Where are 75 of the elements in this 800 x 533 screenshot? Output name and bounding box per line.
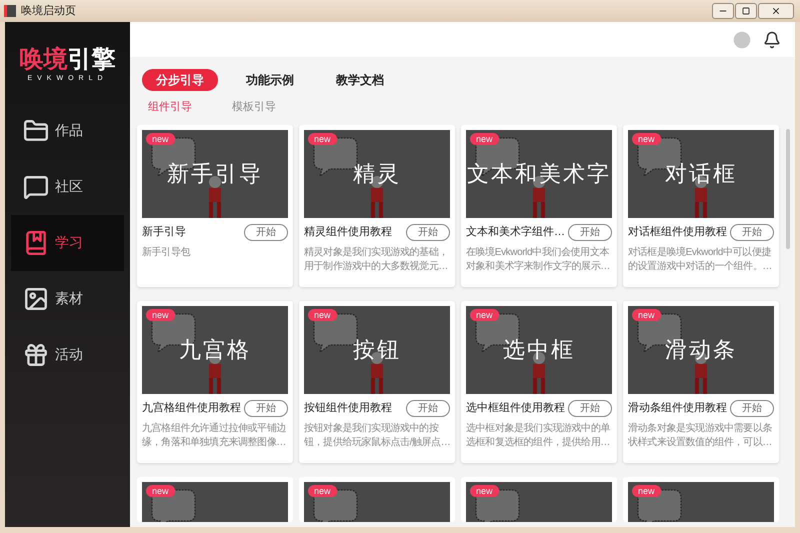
card-description: 选框和复选框的组件，提供给用… — [466, 436, 612, 450]
book-icon — [23, 230, 49, 256]
close-icon — [771, 6, 781, 16]
sidebar-item[interactable]: 学习 — [11, 214, 124, 270]
card-title: 新手引导 — [142, 224, 186, 240]
card-description: 新手引导包 — [142, 246, 192, 260]
card-description: 在唤境Evkworld中我们会使用文本 — [466, 246, 610, 260]
thumbnail-title: 滑动条 — [665, 336, 737, 364]
thumbnail-title: 选中框 — [503, 336, 575, 364]
app-icon — [4, 5, 16, 17]
maximize-button[interactable] — [735, 3, 757, 19]
tab[interactable]: 功能示例 — [232, 69, 308, 91]
thumbnail-title: 新手引导 — [167, 160, 263, 188]
card-title: 选中框组件使用教程 — [466, 400, 565, 416]
thumbnail-title: 对话框 — [665, 160, 737, 188]
card-description: 状样式来设置数值的组件，可以… — [628, 436, 774, 450]
card-title: 精灵组件使用教程 — [304, 224, 392, 240]
badge: new — [308, 132, 337, 144]
card-description: 九宫格组件允许通过拉伸或平铺边 — [142, 422, 288, 436]
logo-text: 唤境引擎 — [20, 46, 116, 74]
card-description: 对象和美术字来制作文字的展示… — [466, 260, 612, 274]
tab[interactable]: 教学文档 — [322, 69, 398, 91]
start-button[interactable]: 开始 — [568, 400, 612, 416]
card-title: 九宫格组件使用教程 — [142, 400, 241, 416]
sidebar-item[interactable]: 活动 — [11, 326, 124, 382]
card-description: 钮，提供给玩家鼠标点击/触屏点… — [304, 436, 450, 450]
badge: new — [632, 484, 661, 496]
card-description: 缘，角落和单独填充来调整图像… — [142, 436, 288, 450]
card-title: 对话框组件使用教程 — [628, 224, 727, 240]
thumbnail-title: 按钮 — [353, 336, 401, 364]
start-button[interactable]: 开始 — [568, 224, 612, 240]
card-description: 对话框是唤境Evkworld中可以便捷 — [628, 246, 772, 260]
card-title: 按钮组件使用教程 — [304, 400, 392, 416]
picture-icon — [23, 286, 49, 312]
badge: new — [470, 308, 499, 320]
card-description: 的设置游戏中对话的一个组件。… — [628, 260, 774, 274]
bell-icon[interactable] — [763, 30, 781, 48]
thumbnail-title: 九宫格 — [179, 336, 251, 364]
start-button[interactable]: 开始 — [406, 224, 450, 240]
card-description: 滑动条对象是实现游戏中需要以条 — [628, 422, 774, 436]
card-description: 精灵对象是我们实现游戏的基础， — [304, 246, 450, 260]
gift-icon — [23, 342, 49, 368]
start-button[interactable]: 开始 — [244, 224, 288, 240]
badge: new — [146, 132, 175, 144]
card-description: 选中框对象是我们实现游戏中的单 — [466, 422, 612, 436]
start-button[interactable]: 开始 — [406, 400, 450, 416]
subtab[interactable]: 模板引导 — [232, 99, 276, 116]
start-button[interactable]: 开始 — [730, 400, 774, 416]
folder-icon — [23, 118, 49, 144]
card-description: 按钮对象是我们实现游戏中的按 — [304, 422, 440, 436]
maximize-icon — [742, 7, 750, 15]
thumbnail-title: 文本和美术字 — [467, 160, 611, 188]
badge: new — [308, 308, 337, 320]
badge: new — [632, 308, 661, 320]
badge: new — [470, 132, 499, 144]
tab[interactable]: 分步引导 — [142, 69, 218, 91]
start-button[interactable]: 开始 — [730, 224, 774, 240]
card-description: 用于制作游戏中的大多数视觉元… — [304, 260, 450, 274]
badge: new — [308, 484, 337, 496]
card-title: 文本和美术字组件… — [466, 224, 565, 240]
close-button[interactable] — [758, 3, 794, 19]
card-title: 滑动条组件使用教程 — [628, 400, 727, 416]
sidebar-item[interactable]: 社区 — [11, 158, 124, 214]
sidebar-item[interactable]: 作品 — [11, 102, 124, 158]
window-title: 唤境启动页 — [21, 4, 76, 19]
badge: new — [146, 484, 175, 496]
badge: new — [632, 132, 661, 144]
badge: new — [470, 484, 499, 496]
badge: new — [146, 308, 175, 320]
chat-bubble-icon — [23, 174, 49, 200]
thumbnail-title: 精灵 — [353, 160, 401, 188]
scrollbar[interactable] — [786, 128, 790, 248]
subtab[interactable]: 组件引导 — [148, 99, 192, 116]
start-button[interactable]: 开始 — [244, 400, 288, 416]
sidebar-item[interactable]: 素材 — [11, 270, 124, 326]
